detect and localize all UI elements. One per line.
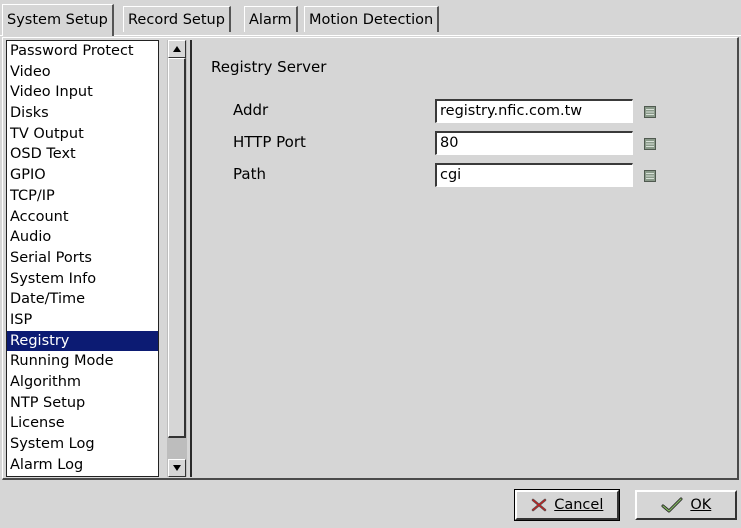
sidebar-item-registry[interactable]: Registry	[7, 330, 158, 352]
sidebar-item-video-input[interactable]: Video Input	[7, 82, 158, 103]
sidebar-item-isp[interactable]: ISP	[7, 310, 158, 331]
http-port-label: HTTP Port	[233, 133, 306, 151]
section-title: Registry Server	[211, 58, 327, 76]
ok-label: OK	[690, 497, 712, 513]
sidebar-item-alarm-log[interactable]: Alarm Log	[7, 455, 158, 476]
scroll-up-button[interactable]	[168, 40, 186, 58]
addr-label: Addr	[233, 101, 269, 119]
keyboard-icon[interactable]	[644, 106, 656, 118]
sidebar-item-serial-ports[interactable]: Serial Ports	[7, 248, 158, 269]
sidebar-item-system-info[interactable]: System Info	[7, 269, 158, 290]
registry-settings: Registry Server Addr registry.nfic.com.t…	[190, 40, 738, 477]
keyboard-icon[interactable]	[644, 170, 656, 182]
scroll-down-button[interactable]	[168, 459, 186, 477]
tab-bar: System Setup Record Setup Alarm Motion D…	[0, 0, 741, 36]
tab-system-setup[interactable]: System Setup	[2, 4, 114, 36]
sidebar-item-ntp-setup[interactable]: NTP Setup	[7, 393, 158, 414]
ok-button[interactable]: OK	[635, 490, 737, 520]
scrollbar-thumb[interactable]	[168, 58, 186, 438]
x-icon	[531, 498, 546, 512]
sidebar-item-system-log[interactable]: System Log	[7, 434, 158, 455]
path-label: Path	[233, 165, 266, 183]
sidebar-item-running-mode[interactable]: Running Mode	[7, 351, 158, 372]
tab-record-setup[interactable]: Record Setup	[123, 6, 231, 32]
cancel-button[interactable]: Cancel	[514, 489, 620, 521]
sidebar-item-tv-output[interactable]: TV Output	[7, 124, 158, 145]
sidebar-item-disks[interactable]: Disks	[7, 103, 158, 124]
arrow-up-icon	[173, 46, 181, 52]
cancel-label: Cancel	[554, 497, 604, 513]
settings-category-list[interactable]: Password Protect Video Video Input Disks TV …	[6, 40, 159, 477]
addr-input[interactable]: registry.nfic.com.tw	[435, 99, 633, 123]
sidebar-item-osd-text[interactable]: OSD Text	[7, 144, 158, 165]
sidebar-item-tcp-ip[interactable]: TCP/IP	[7, 186, 158, 207]
sidebar-item-video[interactable]: Video	[7, 62, 158, 83]
sidebar-item-algorithm[interactable]: Algorithm	[7, 372, 158, 393]
http-port-input[interactable]: 80	[435, 131, 633, 155]
sidebar-item-date-time[interactable]: Date/Time	[7, 289, 158, 310]
sidebar-item-password-protect[interactable]: Password Protect	[7, 41, 158, 62]
tab-motion-detection[interactable]: Motion Detection	[304, 6, 440, 32]
path-input[interactable]: cgi	[435, 163, 633, 187]
sidebar-item-gpio[interactable]: GPIO	[7, 165, 158, 186]
sidebar-item-account[interactable]: Account	[7, 207, 158, 228]
arrow-down-icon	[173, 465, 181, 471]
list-scrollbar[interactable]	[167, 40, 187, 477]
keyboard-icon[interactable]	[644, 138, 656, 150]
sidebar-item-license[interactable]: License	[7, 413, 158, 434]
tab-alarm[interactable]: Alarm	[244, 6, 298, 32]
sidebar-item-audio[interactable]: Audio	[7, 227, 158, 248]
checkmark-icon	[661, 497, 683, 513]
